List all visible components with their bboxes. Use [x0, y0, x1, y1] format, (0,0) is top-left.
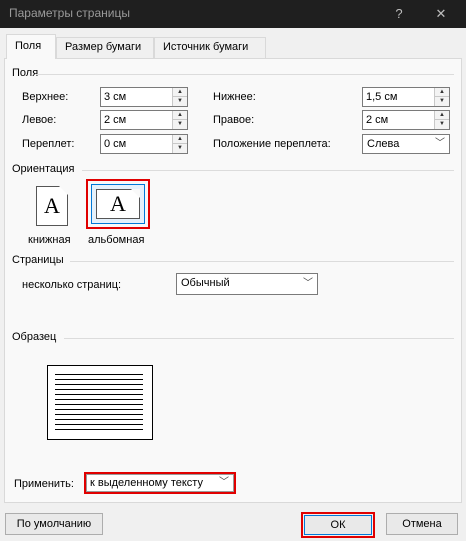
pages-group-line: [70, 261, 454, 262]
landscape-page: A: [96, 189, 140, 219]
close-button[interactable]: ✕: [424, 0, 458, 28]
spin-down-icon[interactable]: ▼: [173, 144, 187, 153]
right-margin-label: Правое:: [213, 114, 255, 126]
margins-group-label: Поля: [12, 67, 39, 79]
spin-up-icon[interactable]: ▲: [173, 135, 187, 144]
margins-group-line: [36, 74, 454, 75]
gutter-label: Переплет:: [22, 138, 75, 150]
spin-up-icon[interactable]: ▲: [435, 111, 449, 120]
page-fold-icon: [131, 189, 140, 198]
set-default-button[interactable]: По умолчанию: [5, 513, 103, 535]
landscape-label: альбомная: [88, 234, 145, 246]
orientation-group-line: [82, 170, 454, 171]
bottom-margin-spinner[interactable]: 1,5 см ▲ ▼: [362, 87, 450, 107]
landscape-option[interactable]: A: [91, 184, 145, 224]
bottom-margin-label: Нижнее:: [213, 91, 256, 103]
top-margin-value: 3 см: [104, 91, 127, 103]
preview-page: [47, 365, 153, 440]
spin-down-icon[interactable]: ▼: [435, 97, 449, 106]
top-margin-label: Верхнее:: [22, 91, 69, 103]
bottom-margin-value: 1,5 см: [366, 91, 398, 103]
gutter-position-select[interactable]: Слева ﹀: [362, 134, 450, 154]
top-margin-spinner[interactable]: 3 см ▲ ▼: [100, 87, 188, 107]
tab-margins[interactable]: Поля: [6, 34, 56, 59]
help-button[interactable]: ?: [382, 0, 416, 28]
gutter-value: 0 см: [104, 138, 127, 150]
gutter-position-label: Положение переплета:: [213, 138, 331, 150]
preview-group-line: [64, 338, 454, 339]
left-margin-label: Левое:: [22, 114, 57, 126]
cancel-button[interactable]: Отмена: [386, 513, 458, 535]
multiple-pages-label: несколько страниц:: [22, 279, 122, 291]
spin-down-icon[interactable]: ▼: [435, 120, 449, 129]
spin-down-icon[interactable]: ▼: [173, 97, 187, 106]
gutter-position-value: Слева: [367, 138, 400, 150]
apply-to-label: Применить:: [14, 478, 74, 490]
apply-to-value: к выделенному тексту: [90, 477, 203, 489]
page-fold-icon: [59, 186, 68, 195]
multiple-pages-select[interactable]: Обычный ﹀: [176, 273, 318, 295]
right-margin-value: 2 см: [366, 114, 389, 126]
multiple-pages-value: Обычный: [181, 277, 230, 289]
tab-paper-source[interactable]: Источник бумаги: [154, 37, 266, 58]
apply-to-select[interactable]: к выделенному тексту ﹀: [86, 474, 234, 492]
ok-button[interactable]: ОК: [304, 515, 372, 535]
chevron-down-icon: ﹀: [219, 477, 229, 488]
portrait-label: книжная: [28, 234, 71, 246]
preview-group-label: Образец: [12, 331, 57, 343]
chevron-down-icon: ﹀: [303, 278, 313, 289]
left-margin-value: 2 см: [104, 114, 127, 126]
orientation-group-label: Ориентация: [12, 163, 75, 175]
chevron-down-icon: ﹀: [435, 138, 445, 149]
pages-group-label: Страницы: [12, 254, 64, 266]
window-title: Параметры страницы: [9, 6, 130, 20]
right-margin-spinner[interactable]: 2 см ▲ ▼: [362, 110, 450, 130]
spin-up-icon[interactable]: ▲: [435, 88, 449, 97]
portrait-option[interactable]: A: [36, 186, 68, 226]
left-margin-spinner[interactable]: 2 см ▲ ▼: [100, 110, 188, 130]
spin-up-icon[interactable]: ▲: [173, 88, 187, 97]
spin-down-icon[interactable]: ▼: [173, 120, 187, 129]
tab-paper-size[interactable]: Размер бумаги: [56, 37, 154, 58]
spin-up-icon[interactable]: ▲: [173, 111, 187, 120]
gutter-spinner[interactable]: 0 см ▲ ▼: [100, 134, 188, 154]
